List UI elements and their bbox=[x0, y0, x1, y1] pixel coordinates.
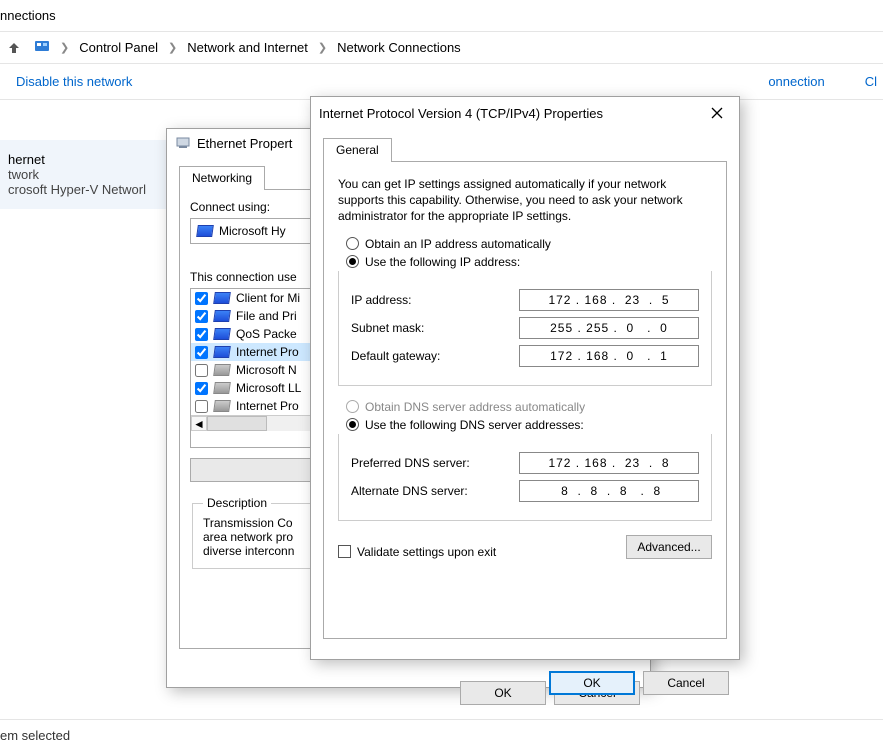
window-title: nnections bbox=[0, 0, 883, 31]
radio-label: Use the following IP address: bbox=[365, 255, 520, 269]
protocol-icon bbox=[213, 310, 231, 322]
cancel-button[interactable]: Cancel bbox=[643, 671, 729, 695]
connection-adapter: crosoft Hyper-V Networl bbox=[8, 182, 181, 197]
chevron-right-icon: ❯ bbox=[164, 41, 181, 54]
protocol-label: Client for Mi bbox=[236, 291, 300, 305]
protocol-checkbox[interactable] bbox=[195, 400, 208, 413]
chevron-right-icon: ❯ bbox=[314, 41, 331, 54]
protocol-label: Microsoft LL bbox=[236, 381, 301, 395]
protocol-checkbox[interactable] bbox=[195, 328, 208, 341]
connection-item[interactable]: hernet twork crosoft Hyper-V Networl bbox=[0, 140, 190, 209]
connection-status: twork bbox=[8, 167, 181, 182]
arrow-up-icon bbox=[6, 40, 22, 56]
command-bar: Disable this network onnection Cl bbox=[0, 64, 883, 100]
default-gateway-input[interactable] bbox=[519, 345, 699, 367]
ip-address-input[interactable] bbox=[519, 289, 699, 311]
scroll-left-button[interactable]: ◄ bbox=[191, 416, 207, 431]
subnet-mask-label: Subnet mask: bbox=[351, 321, 519, 335]
protocol-label: QoS Packe bbox=[236, 327, 297, 341]
radio-label: Use the following DNS server addresses: bbox=[365, 418, 584, 432]
scroll-thumb[interactable] bbox=[207, 416, 267, 431]
description-legend: Description bbox=[203, 496, 271, 510]
preferred-dns-input[interactable] bbox=[519, 452, 699, 474]
radio-label: Obtain DNS server address automatically bbox=[365, 400, 585, 414]
protocol-checkbox[interactable] bbox=[195, 292, 208, 305]
radio-icon bbox=[346, 418, 359, 431]
protocol-label: Internet Pro bbox=[236, 345, 299, 359]
nav-up-button[interactable] bbox=[6, 40, 22, 56]
protocol-checkbox[interactable] bbox=[195, 346, 208, 359]
protocol-icon bbox=[213, 400, 231, 412]
checkbox-label: Validate settings upon exit bbox=[357, 545, 496, 559]
dns-fields-group: Preferred DNS server: Alternate DNS serv… bbox=[338, 434, 712, 521]
radio-icon bbox=[346, 237, 359, 250]
radio-obtain-dns-auto: Obtain DNS server address automatically bbox=[346, 400, 712, 414]
radio-icon bbox=[346, 255, 359, 268]
protocol-label: Microsoft N bbox=[236, 363, 297, 377]
protocol-icon bbox=[213, 346, 231, 358]
breadcrumb-item[interactable]: Network Connections bbox=[337, 40, 461, 55]
close-icon bbox=[711, 107, 723, 119]
protocol-icon bbox=[213, 382, 231, 394]
checkbox-icon bbox=[338, 545, 351, 558]
close-button[interactable] bbox=[703, 103, 731, 123]
protocol-icon bbox=[213, 364, 231, 376]
protocol-checkbox[interactable] bbox=[195, 364, 208, 377]
breadcrumb-item[interactable]: Network and Internet bbox=[187, 40, 308, 55]
alternate-dns-input[interactable] bbox=[519, 480, 699, 502]
breadcrumb-item[interactable]: Control Panel bbox=[79, 40, 158, 55]
dialog-title: Ethernet Propert bbox=[197, 136, 292, 151]
protocol-icon bbox=[213, 292, 231, 304]
chevron-right-icon: ❯ bbox=[56, 41, 73, 54]
subnet-mask-input[interactable] bbox=[519, 317, 699, 339]
ip-address-label: IP address: bbox=[351, 293, 519, 307]
protocol-icon bbox=[213, 328, 231, 340]
help-text: You can get IP settings assigned automat… bbox=[338, 176, 712, 225]
preferred-dns-label: Preferred DNS server: bbox=[351, 456, 519, 470]
protocol-checkbox[interactable] bbox=[195, 310, 208, 323]
protocol-checkbox[interactable] bbox=[195, 382, 208, 395]
radio-obtain-ip-auto[interactable]: Obtain an IP address automatically bbox=[346, 237, 712, 251]
default-gateway-label: Default gateway: bbox=[351, 349, 519, 363]
disable-device-link[interactable]: Disable this network bbox=[16, 74, 132, 89]
dialog-title-bar[interactable]: Internet Protocol Version 4 (TCP/IPv4) P… bbox=[311, 97, 739, 129]
alternate-dns-label: Alternate DNS server: bbox=[351, 484, 519, 498]
network-adapter-icon bbox=[196, 225, 214, 237]
ip-fields-group: IP address: Subnet mask: Default gateway… bbox=[338, 271, 712, 386]
status-bar: em selected bbox=[0, 719, 883, 751]
ethernet-icon bbox=[175, 135, 191, 151]
breadcrumb-bar: ❯ Control Panel ❯ Network and Internet ❯… bbox=[0, 31, 883, 64]
radio-icon bbox=[346, 400, 359, 413]
diagnose-link-truncated[interactable]: onnection bbox=[768, 74, 824, 89]
tab-general[interactable]: General bbox=[323, 138, 392, 162]
control-panel-icon bbox=[34, 38, 50, 57]
adapter-name: Microsoft Hy bbox=[219, 224, 286, 238]
ok-button[interactable]: OK bbox=[549, 671, 635, 695]
ipv4-properties-dialog: Internet Protocol Version 4 (TCP/IPv4) P… bbox=[310, 96, 740, 660]
connection-name: hernet bbox=[8, 152, 181, 167]
advanced-button[interactable]: Advanced... bbox=[626, 535, 712, 559]
protocol-label: Internet Pro bbox=[236, 399, 299, 413]
radio-label: Obtain an IP address automatically bbox=[365, 237, 551, 251]
dialog-title: Internet Protocol Version 4 (TCP/IPv4) P… bbox=[319, 106, 603, 121]
tab-networking[interactable]: Networking bbox=[179, 166, 265, 190]
radio-use-following-ip[interactable]: Use the following IP address: bbox=[346, 255, 712, 269]
validate-settings-checkbox[interactable]: Validate settings upon exit bbox=[338, 545, 496, 559]
protocol-label: File and Pri bbox=[236, 309, 297, 323]
radio-use-following-dns[interactable]: Use the following DNS server addresses: bbox=[346, 418, 712, 432]
toolbar-link-truncated[interactable]: Cl bbox=[865, 74, 877, 89]
